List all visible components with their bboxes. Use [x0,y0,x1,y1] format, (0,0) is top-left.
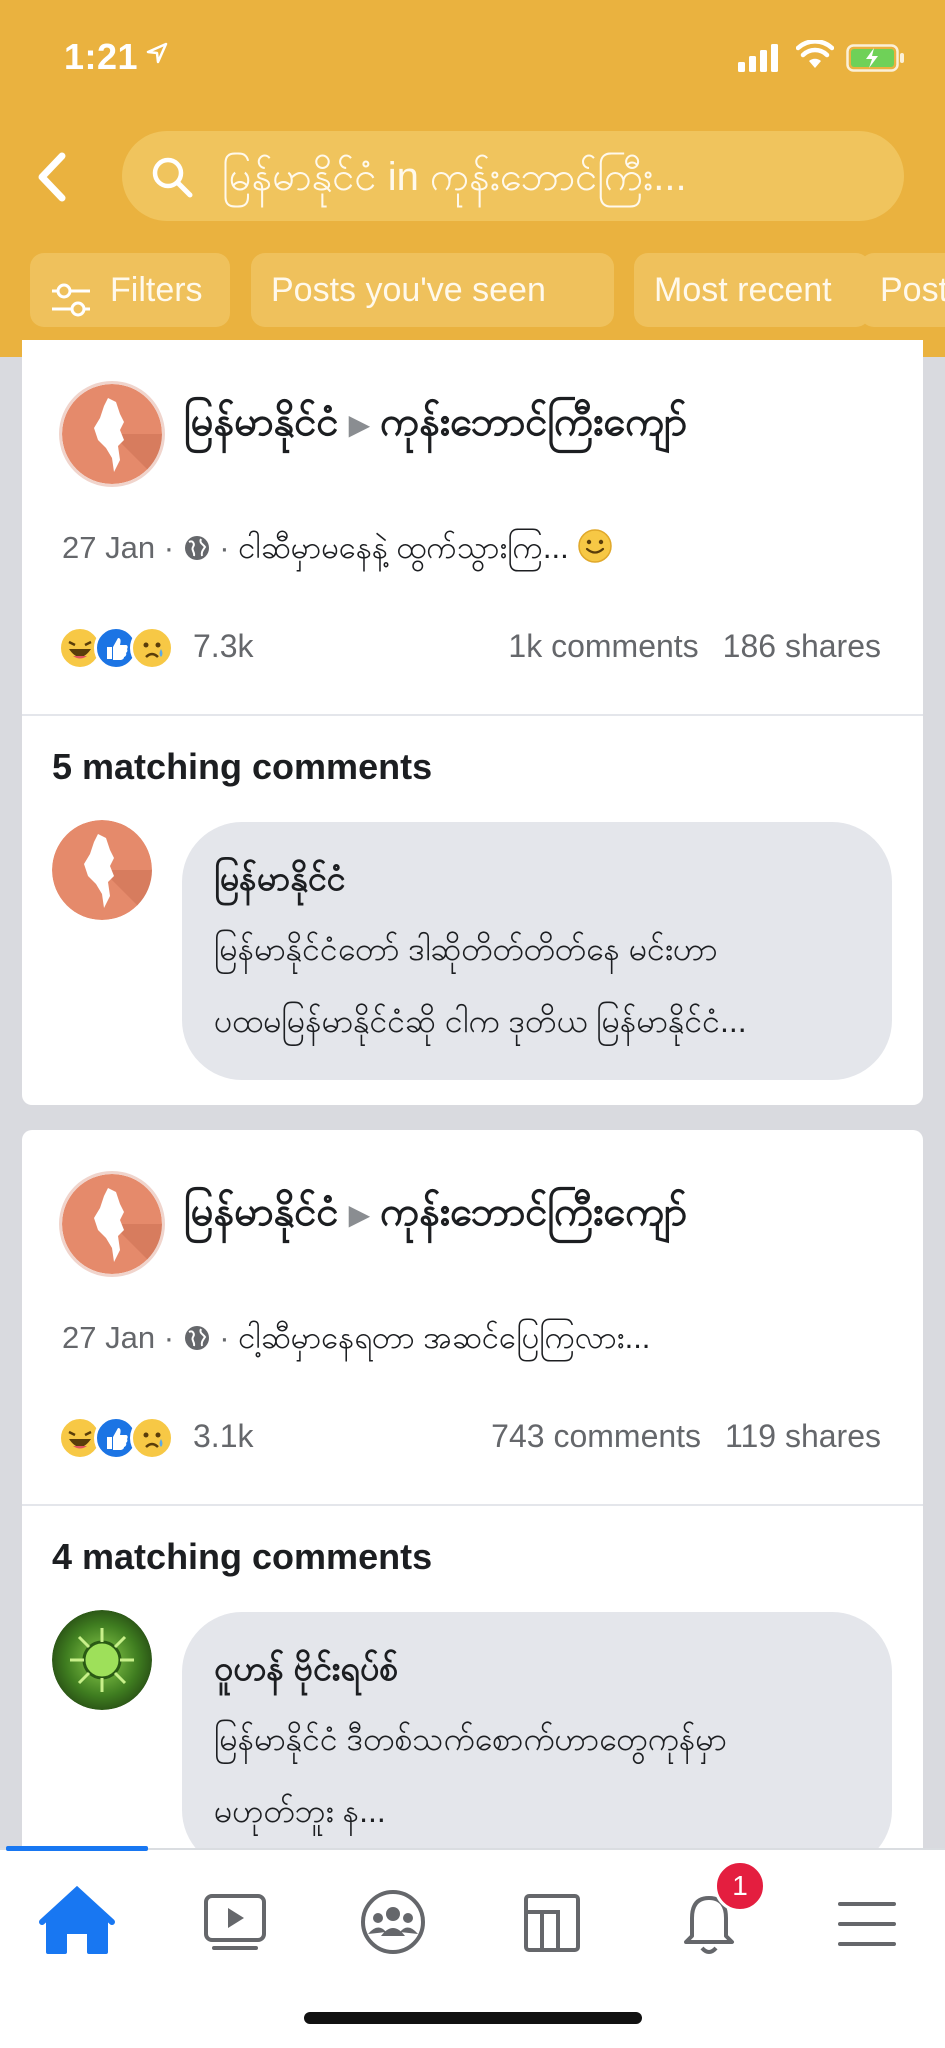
post-meta: 27 Jan · · ငါ့ဆီမှာနေရတာ အဆင်ပြေကြလား... [62,1318,650,1364]
status-time: 1:21 [64,36,139,77]
most-recent-chip[interactable]: Most recent [634,253,870,327]
comment-bubble[interactable]: မြန်မာနိုင်ငံ မြန်မာနိုင်ငံတော် ဒါဆိုတိတ… [182,822,892,1080]
groups-icon[interactable] [338,1872,448,1972]
status-bar: 1:21 [0,0,945,115]
filters-chip[interactable]: Filters [30,253,230,327]
post-title[interactable]: မြန်မာနိုင်ငံ ▶ ကုန်းဘောင်ကြီးကျော် [184,396,687,455]
globe-icon [183,534,211,570]
post-card[interactable]: မြန်မာနိုင်ငံ ▶ ကုန်းဘောင်ကြီးကျော် 27 Jan… [22,1130,923,1870]
posts-chip-label: Posts [880,271,945,309]
filter-chips: Filters Posts you've seen Most recent Po… [30,253,945,327]
page-name[interactable]: မြန်မာနိုင်ငံ [184,1190,339,1234]
meta-dot: · [219,530,230,565]
group-name[interactable]: ကုန်းဘောင်ကြီးကျော် [380,400,687,444]
divider [22,714,923,716]
comment-author[interactable]: ဝူဟန် ဗိုင်းရပ်စ် [214,1646,398,1697]
comment-text-line: မြန်မာနိုင်ငံ ဒီတစ်သက်စောက်ဟာတွေကုန်မှာ [214,1721,727,1757]
most-recent-chip-label: Most recent [654,271,832,309]
filters-chip-label: Filters [110,271,203,309]
post-stats: 1k comments 186 shares [508,628,881,665]
posts-seen-chip-label: Posts you've seen [271,271,546,309]
comment-text-line: ပထမမြန်မာနိုင်ငံဆို ငါက ဒုတိယ မြန်မာနိုင… [214,1003,747,1039]
group-name[interactable]: ကုန်းဘောင်ကြီးကျော် [380,1190,687,1234]
triangle-arrow-icon: ▶ [348,1198,371,1230]
back-chevron-icon[interactable] [30,150,74,204]
post-meta: 27 Jan · · ငါဆီမှာမနေနဲ့ ထွက်သွားကြ... [62,528,613,574]
comment-author[interactable]: မြန်မာနိုင်ငံ [214,856,345,907]
page-name[interactable]: မြန်မာနိုင်ငံ [184,400,339,444]
pages-icon[interactable] [496,1872,606,1972]
post-title[interactable]: မြန်မာနိုင်ငံ ▶ ကုန်းဘောင်ကြီးကျော် [184,1186,687,1245]
battery-charging-icon [846,44,906,77]
smile-emoji-icon [577,528,613,572]
globe-icon [183,1324,211,1360]
comment-text-line: မြန်မာနိုင်ငံတော် ဒါဆိုတိတ်တိတ်နေ မင်းဟာ [214,931,718,967]
sad-reaction-icon [130,626,174,670]
active-tab-indicator [6,1846,148,1851]
matching-comments-heading: 5 matching comments [52,746,433,787]
post-date[interactable]: 27 Jan · [62,530,174,565]
post-stats: 743 comments 119 shares [491,1418,881,1455]
comment-bubble[interactable]: ဝူဟန် ဗိုင်းရပ်စ် မြန်မာနိုင်ငံ ဒီတစ်သက်… [182,1612,892,1870]
comment-count[interactable]: 743 comments [491,1418,701,1454]
home-indicator [304,2012,642,2024]
wifi-icon [795,39,835,75]
avatar[interactable] [62,384,162,484]
reaction-count[interactable]: 7.3k [193,628,253,665]
reaction-count[interactable]: 3.1k [193,1418,253,1455]
comment-count[interactable]: 1k comments [508,628,698,664]
avatar[interactable] [52,1610,152,1710]
triangle-arrow-icon: ▶ [348,408,371,440]
post-text: ငါဆီမှာမနေနဲ့ ထွက်သွားကြ... [238,530,569,565]
menu-icon[interactable] [812,1872,922,1972]
post-text: ငါ့ဆီမှာနေရတာ အဆင်ပြေကြလား... [238,1320,651,1355]
matching-comments-heading: 4 matching comments [52,1536,433,1577]
share-count[interactable]: 186 shares [723,628,881,664]
filter-sliders-icon [50,271,92,327]
location-arrow-icon [146,42,168,69]
avatar[interactable] [52,820,152,920]
post-card[interactable]: မြန်မာနိုင်ငံ ▶ ကုန်းဘောင်ကြီးကျော် 27 Jan… [22,340,923,1105]
header: 1:21 မြန်မာနိုင်ငံ in ကုန်းဘောင်ကြီး... … [0,0,945,357]
posts-chip[interactable]: Posts [860,253,945,327]
home-icon[interactable] [22,1872,132,1972]
notification-badge: 1 [714,1860,766,1912]
divider [22,1504,923,1506]
search-input[interactable]: မြန်မာနိုင်ငံ in ကုန်းဘောင်ကြီး... [122,131,904,221]
sad-reaction-icon [130,1416,174,1460]
meta-dot: · [219,1320,230,1355]
comment-text-line: မဟုတ်ဘူး န... [214,1793,386,1829]
share-count[interactable]: 119 shares [725,1418,881,1454]
cellular-signal-icon [738,44,782,77]
post-date[interactable]: 27 Jan · [62,1320,174,1355]
search-query: မြန်မာနိုင်ငံ in ကုန်းဘောင်ကြီး... [222,155,687,199]
search-icon [150,155,194,204]
avatar[interactable] [62,1174,162,1274]
watch-icon[interactable] [180,1872,290,1972]
posts-seen-chip[interactable]: Posts you've seen [251,253,614,327]
